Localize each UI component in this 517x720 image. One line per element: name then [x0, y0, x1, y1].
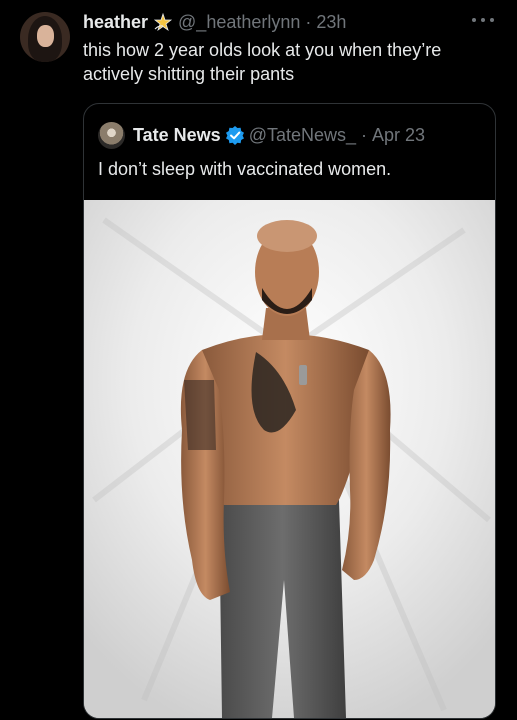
separator-dot: · [305, 11, 312, 32]
quote-separator-dot: · [361, 124, 368, 145]
avatar-face [37, 25, 54, 47]
quoted-tweet-card[interactable]: Tate News @TateNews_ · Apr 23 I don’t sl… [83, 103, 496, 719]
quote-author-avatar[interactable] [98, 121, 125, 149]
tweet[interactable]: heather @_heatherlynn · 23h this how 2 y… [0, 0, 517, 720]
author-avatar[interactable] [20, 12, 70, 62]
quote-author-name[interactable]: Tate News [133, 125, 221, 146]
tweet-header: heather @_heatherlynn · 23h [83, 11, 346, 33]
quote-media-image[interactable] [84, 200, 495, 718]
more-dot [472, 18, 476, 22]
dog-tag [299, 365, 307, 385]
quote-time[interactable]: Apr 23 [372, 125, 425, 146]
star-emoji-svg [153, 12, 173, 32]
quote-header: Tate News @TateNews_ · Apr 23 [98, 121, 425, 149]
quote-text: I don’t sleep with vaccinated women. [98, 159, 392, 179]
tweet-time[interactable]: 23h [316, 12, 346, 33]
more-options-icon[interactable] [472, 10, 494, 30]
more-dot [490, 18, 494, 22]
verified-badge-svg [225, 126, 244, 145]
bald-head-top [257, 220, 317, 252]
star-emoji-icon [152, 12, 174, 32]
tweet-text: this how 2 year olds look at you when th… [83, 40, 442, 84]
quote-author-handle[interactable]: @TateNews_ [249, 125, 356, 146]
verified-badge-icon [225, 125, 245, 145]
shirtless-man-photo [84, 200, 495, 718]
more-dot [481, 18, 485, 22]
author-handle[interactable]: @_heatherlynn [178, 12, 300, 33]
author-name[interactable]: heather [83, 12, 148, 33]
arm-tattoo [184, 380, 216, 450]
